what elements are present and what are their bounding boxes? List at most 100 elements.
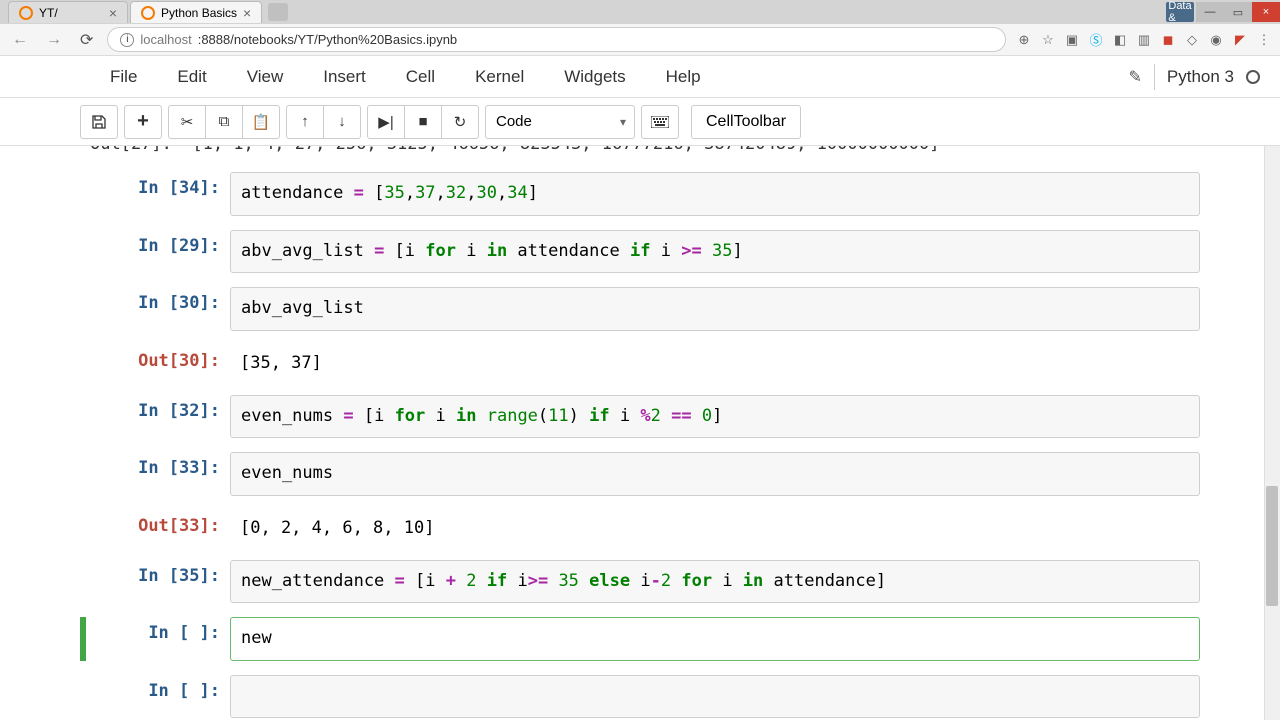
menu-file[interactable]: File xyxy=(90,59,157,95)
browser-chrome: YT/ × Python Basics × Data & — ▭ × ← → ⟳… xyxy=(0,0,1280,56)
menu-insert[interactable]: Insert xyxy=(303,59,386,95)
celltoolbar-button[interactable]: CellToolbar xyxy=(691,105,801,139)
extension-icon[interactable]: ◤ xyxy=(1232,32,1248,48)
menu-icon[interactable]: ⋮ xyxy=(1256,32,1272,48)
kernel-indicator: ✎ Python 3 xyxy=(1128,64,1260,90)
url-host: localhost xyxy=(140,32,191,47)
zoom-icon[interactable]: ⊕ xyxy=(1016,32,1032,48)
new-tab-button[interactable] xyxy=(268,3,288,21)
code-cell[interactable]: In [29]:abv_avg_list = [i for i in atten… xyxy=(80,230,1200,274)
out-prompt: Out[33]: xyxy=(80,510,230,546)
star-icon[interactable]: ☆ xyxy=(1040,32,1056,48)
in-prompt: In [30]: xyxy=(80,287,230,331)
stop-button[interactable]: ■ xyxy=(404,105,442,139)
in-prompt: In [33]: xyxy=(80,452,230,496)
move-up-button[interactable]: ↑ xyxy=(286,105,324,139)
cell-type-select[interactable]: Code xyxy=(485,105,635,139)
output-text: [0, 2, 4, 6, 8, 10] xyxy=(230,510,1200,546)
output-cell: Out[33]:[0, 2, 4, 6, 8, 10] xyxy=(80,510,1200,546)
notebook: Out[27]: [1, 1, 4, 27, 256, 3125, 46656,… xyxy=(0,146,1280,720)
code-input[interactable]: new xyxy=(230,617,1200,661)
code-input[interactable]: abv_avg_list = [i for i in attendance if… xyxy=(230,230,1200,274)
cut-button[interactable]: ✂ xyxy=(168,105,206,139)
browser-tab-notebook[interactable]: Python Basics × xyxy=(130,1,262,23)
tab-strip: YT/ × Python Basics × Data & — ▭ × xyxy=(0,0,1280,24)
run-button[interactable]: ▶| xyxy=(367,105,405,139)
code-cell[interactable]: In [ ]: xyxy=(80,675,1200,719)
data-button[interactable]: Data & xyxy=(1166,2,1194,22)
command-palette-button[interactable] xyxy=(641,105,679,139)
save-button[interactable] xyxy=(80,105,118,139)
close-button[interactable]: × xyxy=(1252,2,1280,22)
code-cell[interactable]: In [34]:attendance = [35,37,32,30,34] xyxy=(80,172,1200,216)
jupyter-app: File Edit View Insert Cell Kernel Widget… xyxy=(0,56,1280,720)
pencil-icon[interactable]: ✎ xyxy=(1128,67,1141,87)
forward-button[interactable]: → xyxy=(42,31,66,49)
extension-icon[interactable]: ▣ xyxy=(1064,32,1080,48)
restart-button[interactable]: ↻ xyxy=(441,105,479,139)
jupyter-icon xyxy=(141,6,155,20)
maximize-button[interactable]: ▭ xyxy=(1224,2,1252,22)
code-cell[interactable]: In [ ]:new xyxy=(80,617,1200,661)
code-input[interactable]: abv_avg_list xyxy=(230,287,1200,331)
back-button[interactable]: ← xyxy=(8,31,32,49)
toolbar: + ✂ ⧉ 📋 ↑ ↓ ▶| ■ ↻ Code CellToolbar xyxy=(0,98,1280,146)
menu-help[interactable]: Help xyxy=(646,59,721,95)
menu-view[interactable]: View xyxy=(227,59,304,95)
extension-icon[interactable]: ▥ xyxy=(1136,32,1152,48)
url-path: :8888/notebooks/YT/Python%20Basics.ipynb xyxy=(198,32,457,47)
add-cell-button[interactable]: + xyxy=(124,105,162,139)
notebook-scroller[interactable]: Out[27]: [1, 1, 4, 27, 256, 3125, 46656,… xyxy=(0,146,1280,720)
code-input[interactable]: even_nums = [i for i in range(11) if i %… xyxy=(230,395,1200,439)
output-cell: Out[30]:[35, 37] xyxy=(80,345,1200,381)
in-prompt: In [29]: xyxy=(80,230,230,274)
extension-icon[interactable]: ◉ xyxy=(1208,32,1224,48)
code-cell[interactable]: In [30]:abv_avg_list xyxy=(80,287,1200,331)
reload-button[interactable]: ⟳ xyxy=(76,30,97,50)
code-cell[interactable]: In [35]:new_attendance = [i + 2 if i>= 3… xyxy=(80,560,1200,604)
minimize-button[interactable]: — xyxy=(1196,2,1224,22)
code-input[interactable]: new_attendance = [i + 2 if i>= 35 else i… xyxy=(230,560,1200,604)
scrollbar-thumb[interactable] xyxy=(1266,486,1278,606)
output-text: [35, 37] xyxy=(230,345,1200,381)
kernel-name: Python 3 xyxy=(1167,67,1234,87)
menu-widgets[interactable]: Widgets xyxy=(544,59,645,95)
in-prompt: In [35]: xyxy=(80,560,230,604)
in-prompt: In [34]: xyxy=(80,172,230,216)
menu-edit[interactable]: Edit xyxy=(157,59,226,95)
scrollbar[interactable] xyxy=(1264,146,1280,720)
in-prompt: In [ ]: xyxy=(86,617,230,661)
out-prompt: Out[30]: xyxy=(80,345,230,381)
code-cell[interactable]: In [32]:even_nums = [i for i in range(11… xyxy=(80,395,1200,439)
info-icon: i xyxy=(120,33,134,47)
code-input[interactable]: attendance = [35,37,32,30,34] xyxy=(230,172,1200,216)
window-controls: Data & — ▭ × xyxy=(1166,2,1280,22)
skype-icon[interactable]: Ⓢ xyxy=(1088,32,1104,48)
address-bar-icons: ⊕ ☆ ▣ Ⓢ ◧ ▥ ◼ ◇ ◉ ◤ ⋮ xyxy=(1016,32,1272,48)
code-input[interactable]: even_nums xyxy=(230,452,1200,496)
browser-tab-yt[interactable]: YT/ × xyxy=(8,1,128,23)
menubar: File Edit View Insert Cell Kernel Widget… xyxy=(0,56,1280,98)
close-icon[interactable]: × xyxy=(109,5,117,21)
in-prompt: In [ ]: xyxy=(80,675,230,719)
url-input[interactable]: i localhost :8888/notebooks/YT/Python%20B… xyxy=(107,27,1006,52)
cell-type-value: Code xyxy=(496,113,532,130)
code-cell[interactable]: In [33]:even_nums xyxy=(80,452,1200,496)
code-input[interactable] xyxy=(230,675,1200,719)
address-bar: ← → ⟳ i localhost :8888/notebooks/YT/Pyth… xyxy=(0,24,1280,56)
jupyter-icon xyxy=(19,6,33,20)
tab-title: YT/ xyxy=(39,6,58,20)
close-icon[interactable]: × xyxy=(243,5,251,21)
move-down-button[interactable]: ↓ xyxy=(323,105,361,139)
menu-cell[interactable]: Cell xyxy=(386,59,455,95)
menu-kernel[interactable]: Kernel xyxy=(455,59,544,95)
in-prompt: In [32]: xyxy=(80,395,230,439)
extension-icon[interactable]: ◼ xyxy=(1160,32,1176,48)
paste-button[interactable]: 📋 xyxy=(242,105,280,139)
extension-icon[interactable]: ◇ xyxy=(1184,32,1200,48)
copy-button[interactable]: ⧉ xyxy=(205,105,243,139)
extension-icon[interactable]: ◧ xyxy=(1112,32,1128,48)
output-partial: Out[27]: [1, 1, 4, 27, 256, 3125, 46656,… xyxy=(80,146,1200,158)
tab-title: Python Basics xyxy=(161,6,237,20)
separator xyxy=(1154,64,1155,90)
